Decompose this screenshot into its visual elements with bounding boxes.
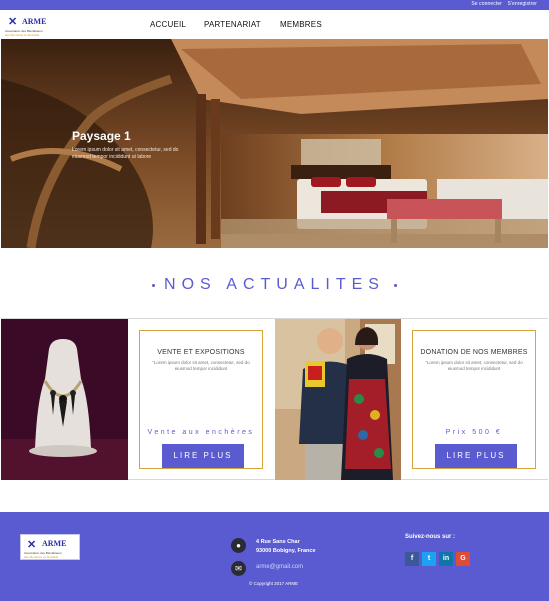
necklace-photo — [1, 319, 128, 480]
nav-item-accueil[interactable]: ACCUEIL — [150, 20, 186, 29]
card-subtitle: Vente aux enchères — [147, 429, 255, 436]
location-icon: ● — [231, 538, 246, 553]
logo-name: ARME — [42, 539, 67, 548]
email-icon: ✉ — [231, 561, 246, 576]
footer-email-link[interactable]: arme@gmail.com — [256, 564, 303, 570]
facebook-icon[interactable]: f — [405, 552, 419, 566]
logo[interactable]: ✕ ARME Association des Bienfaiteurs des … — [3, 13, 59, 37]
hero-text: Lorem ipsum dolor sit amet, consectetur,… — [72, 147, 179, 160]
news-title: NOS ACTUALITES — [164, 276, 385, 293]
logo-mark-icon: ✕ — [27, 539, 37, 551]
news-cards: VENTE ET EXPOSITIONS "Lorem ipsum dolor … — [1, 318, 548, 480]
card-title: VENTE ET EXPOSITIONS — [157, 349, 245, 356]
footer: ✕ ARME Association des Bienfaiteurs des … — [0, 512, 549, 601]
linkedin-icon[interactable]: in — [439, 552, 453, 566]
twitter-icon[interactable]: t — [422, 552, 436, 566]
account-links: Se connecter S'enregistrer — [467, 1, 537, 7]
logo-mark-icon: ✕ — [8, 16, 18, 28]
logo-name: ARME — [22, 17, 47, 26]
main-nav: ✕ ARME Association des Bienfaiteurs des … — [0, 10, 549, 38]
copyright: © Copyright 2017 ARME — [249, 581, 299, 586]
hero-image — [1, 39, 548, 248]
top-bar: Se connecter S'enregistrer — [0, 0, 549, 10]
nav-item-partenariat[interactable]: PARTENARIAT — [204, 20, 261, 29]
card-vente: VENTE ET EXPOSITIONS "Lorem ipsum dolor … — [139, 330, 263, 469]
nav-item-membres[interactable]: MEMBRES — [280, 20, 322, 29]
members-photo — [275, 319, 401, 480]
card-title: DONATION DE NOS MEMBRES — [420, 349, 528, 356]
card-text: "Lorem ipsum dolor sit amet, consectetur… — [425, 360, 523, 371]
google-plus-icon[interactable]: G — [456, 552, 470, 566]
hero-slider[interactable]: Paysage 1 Lorem ipsum dolor sit amet, co… — [1, 39, 548, 248]
footer-address: 4 Rue Sans Char 93000 Bobigny, France — [256, 538, 316, 556]
card-subtitle: Prix 500 € — [445, 429, 503, 436]
register-link[interactable]: S'enregistrer — [508, 1, 538, 7]
title-dot-right — [394, 284, 397, 287]
address-line-2: 93000 Bobigny, France — [256, 548, 316, 554]
logo-tagline-2: des Membres en Entraide — [24, 555, 59, 559]
address-line-1: 4 Rue Sans Char — [256, 539, 300, 545]
read-more-button[interactable]: LIRE PLUS — [162, 444, 244, 468]
follow-label: Suivez-nous sur : — [405, 534, 456, 540]
footer-logo[interactable]: ✕ ARME Association des Bienfaiteurs des … — [20, 534, 80, 560]
card-donation: DONATION DE NOS MEMBRES "Lorem ipsum dol… — [412, 330, 536, 469]
read-more-button[interactable]: LIRE PLUS — [435, 444, 517, 468]
hero-title: Paysage 1 — [72, 129, 131, 143]
card-text: "Lorem ipsum dolor sit amet, consectetur… — [152, 360, 250, 371]
login-link[interactable]: Se connecter — [471, 1, 502, 7]
logo-tagline-2: des Membres en Entraide — [5, 33, 40, 37]
